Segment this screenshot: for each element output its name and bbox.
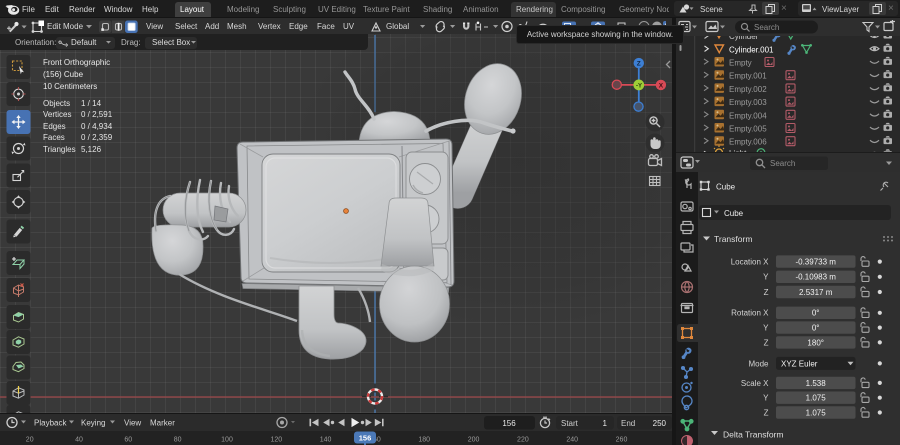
- svg-text:140: 140: [320, 437, 332, 444]
- svg-text:100: 100: [221, 437, 233, 444]
- svg-text:X: X: [659, 82, 664, 89]
- svg-text:Delta Transform: Delta Transform: [723, 430, 783, 440]
- svg-text:Empty.005: Empty.005: [729, 125, 767, 134]
- svg-text:Empty.004: Empty.004: [729, 111, 767, 120]
- svg-text:Location X: Location X: [731, 258, 769, 267]
- svg-text:60: 60: [124, 437, 132, 444]
- svg-text:260: 260: [616, 437, 628, 444]
- svg-text:Cube: Cube: [716, 183, 736, 192]
- svg-text:Cylinder.001: Cylinder.001: [729, 46, 774, 55]
- svg-text:Transform: Transform: [714, 234, 752, 244]
- svg-text:0°: 0°: [812, 309, 820, 318]
- svg-text:180: 180: [418, 437, 430, 444]
- svg-text:250: 250: [653, 419, 667, 428]
- svg-text:Keying: Keying: [81, 419, 105, 428]
- svg-text:1.075: 1.075: [806, 408, 827, 417]
- svg-text:40: 40: [75, 437, 83, 444]
- svg-text:180°: 180°: [807, 338, 824, 347]
- svg-text:240: 240: [566, 437, 578, 444]
- svg-text:Mode: Mode: [748, 359, 769, 368]
- svg-text:End: End: [621, 419, 635, 428]
- svg-text:1: 1: [603, 419, 608, 428]
- svg-text:1.538: 1.538: [806, 379, 827, 388]
- svg-text:Empty.002: Empty.002: [729, 85, 767, 94]
- svg-text:Z: Z: [764, 408, 769, 417]
- svg-text:Z: Z: [637, 61, 641, 68]
- svg-text:Search: Search: [770, 159, 795, 168]
- svg-text:Search: Search: [754, 23, 779, 32]
- svg-text:Start: Start: [561, 419, 579, 428]
- svg-text:Rotation X: Rotation X: [731, 309, 769, 318]
- svg-text:80: 80: [174, 437, 182, 444]
- svg-text:20: 20: [26, 437, 34, 444]
- svg-text:-Y: -Y: [636, 83, 642, 89]
- svg-text:0°: 0°: [812, 324, 820, 333]
- svg-text:Empty.001: Empty.001: [729, 72, 767, 81]
- svg-text:Playback: Playback: [34, 419, 67, 428]
- svg-text:220: 220: [517, 437, 529, 444]
- svg-text:Z: Z: [764, 288, 769, 297]
- svg-text:-0.10983 m: -0.10983 m: [795, 273, 836, 282]
- svg-text:XYZ Euler: XYZ Euler: [781, 359, 818, 368]
- svg-text:Z: Z: [764, 338, 769, 347]
- svg-text:Empty.003: Empty.003: [729, 98, 767, 107]
- svg-text:156: 156: [359, 433, 372, 442]
- svg-text:Y: Y: [763, 324, 769, 333]
- svg-text:Y: Y: [763, 394, 769, 403]
- svg-text:-0.39733 m: -0.39733 m: [795, 258, 836, 267]
- svg-text:2.5317 m: 2.5317 m: [799, 288, 833, 297]
- svg-text:120: 120: [270, 437, 282, 444]
- svg-text:Empty.006: Empty.006: [729, 138, 767, 147]
- svg-text:1.075: 1.075: [806, 394, 827, 403]
- svg-text:156: 156: [502, 419, 516, 428]
- svg-text:200: 200: [468, 437, 480, 444]
- svg-text:Scale X: Scale X: [741, 379, 769, 388]
- svg-text:Y: Y: [763, 273, 769, 282]
- svg-text:Cube: Cube: [724, 209, 744, 218]
- svg-text:Empty: Empty: [729, 59, 752, 68]
- svg-text:View: View: [124, 419, 141, 428]
- svg-text:Marker: Marker: [150, 419, 175, 428]
